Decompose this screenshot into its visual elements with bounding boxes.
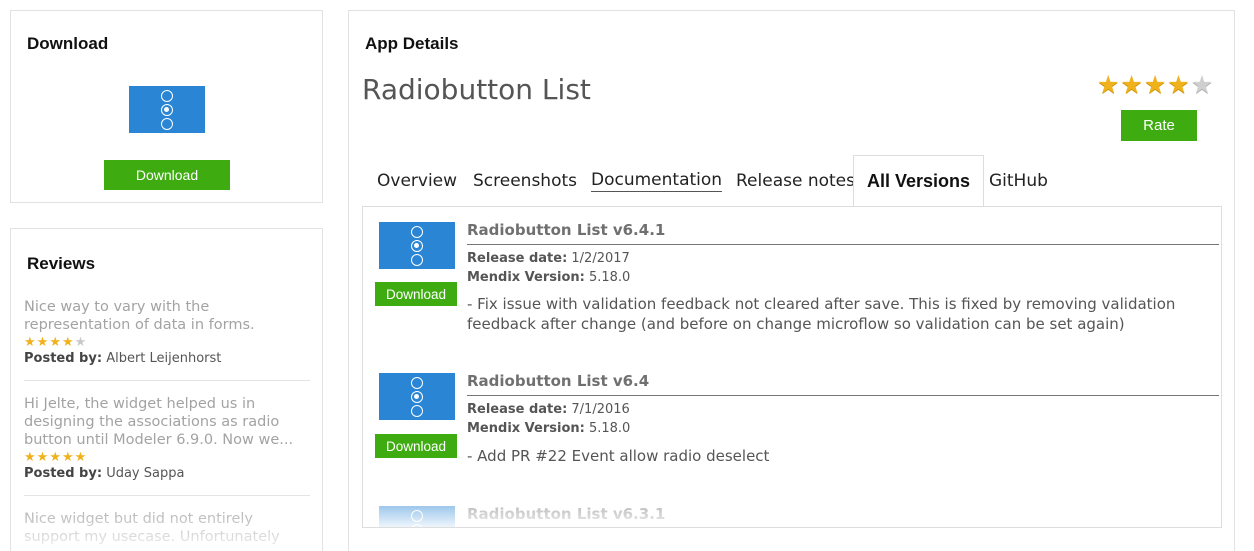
version-divider [467,244,1219,245]
star-icon[interactable]: ★ [1167,72,1189,97]
star-icon[interactable]: ★ [1097,72,1119,97]
reviews-panel-title: Reviews [27,254,96,273]
tab-release-notes[interactable]: Release notes [723,155,868,207]
tab-screenshots[interactable]: Screenshots [460,155,590,207]
review-item: Hi Jelte, the widget helped us in design… [24,395,310,481]
version-name[interactable]: Radiobutton List v6.3.1 [467,505,665,523]
review-meta: Posted by: Albert Leijenhorst [24,351,310,366]
tab-github[interactable]: GitHub [976,155,1061,207]
reviews-panel: Reviews Nice way to vary with the repres… [10,228,323,551]
review-author[interactable]: Albert Leijenhorst [106,351,221,366]
star-icon: ★ [24,335,36,350]
star-icon: ★ [74,450,87,465]
radiobutton-list-icon [129,86,205,133]
review-item: Nice widget but did not entirely support… [24,510,310,546]
tab-all-versions[interactable]: All Versions [853,155,985,207]
version-mendix: Mendix Version: 5.18.0 [467,270,631,285]
tab-bar: Overview Screenshots Documentation Relea… [362,155,1222,207]
version-name[interactable]: Radiobutton List v6.4.1 [467,221,665,239]
posted-by-label: Posted by: [24,466,103,481]
review-text: Hi Jelte, the widget helped us in design… [24,396,294,448]
version-description: - Fix issue with validation feedback not… [467,295,1176,333]
review-text: Nice way to vary with the representation… [24,299,255,333]
version-mendix: Mendix Version: 5.18.0 [467,421,631,436]
download-panel-title: Download [27,34,109,53]
radiobutton-list-icon [379,222,455,269]
star-icon: ★ [49,335,61,350]
star-icon: ★ [49,450,61,465]
star-icon: ★ [24,450,36,465]
review-divider [24,495,310,496]
version-download-button[interactable]: Download [375,434,457,458]
review-meta: Posted by: Uday Sappa [24,466,310,481]
version-download-button[interactable]: Download [375,282,457,306]
version-release-date: Release date: 1/2/2017 [467,251,630,266]
download-panel: Download Download [10,10,323,203]
review-divider [24,380,310,381]
review-author[interactable]: Uday Sappa [106,466,184,481]
version-release-date: Release date: 7/1/2016 [467,402,630,417]
version-description: - Add PR #22 Event allow radio deselect [467,447,770,465]
app-name: Radiobutton List [362,73,591,106]
version-name[interactable]: Radiobutton List v6.4 [467,372,649,390]
tab-documentation[interactable]: Documentation [578,155,735,207]
star-icon: ★ [61,335,74,350]
radiobutton-list-icon [379,506,455,527]
star-empty-icon[interactable]: ★ [1191,72,1213,97]
app-details-title: App Details [365,34,459,53]
star-icon[interactable]: ★ [1120,72,1142,97]
app-details-panel: App Details Radiobutton List ★ ★ ★ ★ ★ Rate … [348,10,1235,551]
review-item: Nice way to vary with the representation… [24,298,310,366]
star-icon: ★ [36,335,49,350]
app-rating[interactable]: ★ ★ ★ ★ ★ [1097,72,1213,97]
download-button[interactable]: Download [104,160,230,190]
version-divider [467,395,1219,396]
review-text: Nice widget but did not entirely support… [24,511,280,545]
star-icon[interactable]: ★ [1144,72,1166,97]
rate-button[interactable]: Rate [1121,110,1197,141]
star-empty-icon: ★ [74,335,87,350]
review-rating: ★ ★ ★ ★ ★ [24,451,310,464]
review-rating: ★ ★ ★ ★ ★ [24,336,310,349]
star-icon: ★ [61,450,74,465]
versions-list: Download Radiobutton List v6.4.1 Release… [362,206,1222,528]
tab-overview[interactable]: Overview [364,155,470,207]
posted-by-label: Posted by: [24,351,103,366]
star-icon: ★ [36,450,49,465]
radiobutton-list-icon [379,373,455,420]
